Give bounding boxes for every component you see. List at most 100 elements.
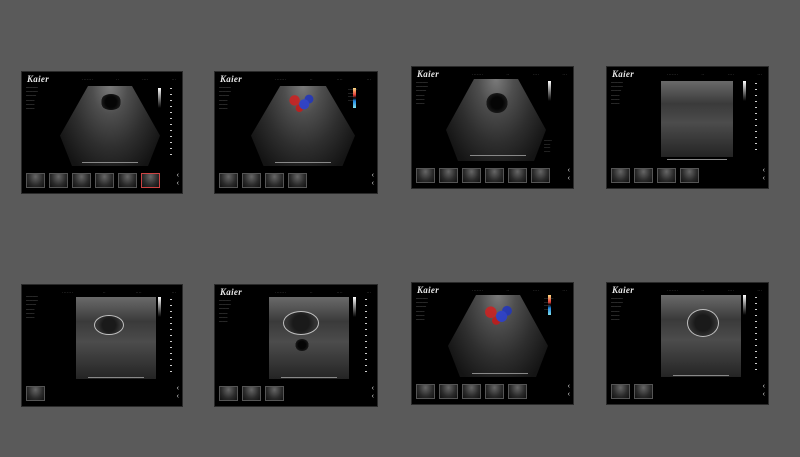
gray-scale-bar — [743, 295, 746, 315]
thumbnail[interactable] — [242, 173, 261, 188]
prev-arrow-icon[interactable]: ‹ — [372, 180, 374, 187]
depth-scale — [755, 83, 757, 153]
thumbnail[interactable] — [611, 384, 630, 399]
thumbnail[interactable] — [26, 386, 45, 401]
prev-arrow-icon[interactable]: ‹ — [763, 391, 765, 398]
header-bar: ······· ·· ···· ··· — [62, 290, 176, 294]
width-scale — [88, 377, 144, 378]
thumbnail[interactable] — [288, 173, 307, 188]
parameter-list: ─────── ─────── ────── ───── ───── ───── — [416, 297, 428, 322]
parameter-list: ─────── ─────── ────── ───── ───── ───── — [611, 297, 623, 322]
thumbnail[interactable] — [462, 384, 481, 399]
thumbnail-strip — [219, 386, 284, 401]
gray-scale-bar — [743, 81, 746, 101]
header-bar: ······· ·· ···· ··· — [275, 77, 371, 81]
thumbnail[interactable] — [611, 168, 630, 183]
ultrasound-panel-1: Kaier ······· ·· ···· ··· ─────── ─────── ───… — [22, 72, 182, 193]
gray-scale-bar — [353, 297, 356, 317]
parameter-list: ─────── ─────── ────── ───── ───── ───── — [26, 295, 38, 320]
thumbnail[interactable] — [634, 384, 653, 399]
ultrasound-panel-6: Kaier ······· ·· ···· ··· ─────── ─────── ───… — [215, 285, 377, 406]
image-sector — [661, 81, 733, 157]
thumbnail[interactable] — [485, 384, 504, 399]
parameter-list: ─────── ─────── ────── ───── ───── ───── — [219, 86, 231, 111]
thumbnail-strip — [416, 168, 550, 183]
thumbnail[interactable] — [118, 173, 137, 188]
parameter-list: ─────── ─────── ────── ───── ───── ───── — [416, 81, 428, 106]
next-arrow-icon[interactable]: ‹ — [372, 385, 374, 392]
ultrasound-panel-5: ······· ·· ···· ··· ─────── ─────── ────── ───… — [22, 285, 182, 406]
brand-logo: Kaier — [27, 74, 50, 84]
prev-arrow-icon[interactable]: ‹ — [177, 393, 179, 400]
fetus-ring — [687, 309, 719, 337]
thumbnail[interactable] — [485, 168, 504, 183]
brand-logo: Kaier — [417, 69, 440, 79]
fetus-ring — [94, 315, 124, 335]
thumbnail-selected[interactable] — [141, 173, 160, 188]
next-arrow-icon[interactable]: ‹ — [763, 383, 765, 390]
brand-logo: Kaier — [417, 285, 440, 295]
width-scale — [275, 162, 331, 163]
prev-arrow-icon[interactable]: ‹ — [177, 180, 179, 187]
thumbnail-strip — [611, 384, 653, 399]
depth-scale — [170, 88, 172, 158]
thumbnail[interactable] — [416, 384, 435, 399]
thumbnail[interactable] — [439, 384, 458, 399]
doppler-params: ────── ──── ──── ──── — [544, 297, 554, 311]
width-scale — [281, 377, 337, 378]
width-scale — [82, 162, 138, 163]
image-sector — [269, 297, 349, 379]
width-scale — [470, 155, 526, 156]
prev-arrow-icon[interactable]: ‹ — [568, 175, 570, 182]
brand-logo: Kaier — [612, 69, 635, 79]
cavity — [295, 339, 309, 351]
thumbnail[interactable] — [439, 168, 458, 183]
next-arrow-icon[interactable]: ‹ — [763, 167, 765, 174]
prev-arrow-icon[interactable]: ‹ — [372, 393, 374, 400]
thumbnail[interactable] — [508, 384, 527, 399]
next-arrow-icon[interactable]: ‹ — [568, 383, 570, 390]
thumbnail-strip — [26, 386, 45, 401]
thumbnail[interactable] — [26, 173, 45, 188]
thumbnail[interactable] — [531, 168, 550, 183]
thumbnail[interactable] — [657, 168, 676, 183]
thumbnail-strip — [611, 168, 699, 183]
thumbnail[interactable] — [72, 173, 91, 188]
thumbnail-strip — [416, 384, 527, 399]
thumbnail-strip — [26, 173, 160, 188]
ultrasound-panel-3: Kaier ······· ·· ···· ··· ─────── ─────── ───… — [412, 67, 573, 188]
next-arrow-icon[interactable]: ‹ — [568, 167, 570, 174]
brand-logo: Kaier — [220, 74, 243, 84]
brand-logo: Kaier — [612, 285, 635, 295]
thumbnail[interactable] — [680, 168, 699, 183]
thumbnail[interactable] — [508, 168, 527, 183]
brand-logo: Kaier — [220, 287, 243, 297]
thumbnail[interactable] — [462, 168, 481, 183]
width-scale — [667, 159, 727, 160]
prev-arrow-icon[interactable]: ‹ — [568, 391, 570, 398]
header-bar: ······· ·· ···· ··· — [472, 288, 567, 292]
thumbnail[interactable] — [219, 173, 238, 188]
parameter-list: ─────── ─────── ────── ───── ───── ───── — [219, 299, 231, 324]
next-arrow-icon[interactable]: ‹ — [372, 172, 374, 179]
color-doppler-box — [480, 301, 516, 329]
next-arrow-icon[interactable]: ‹ — [177, 172, 179, 179]
prev-arrow-icon[interactable]: ‹ — [763, 175, 765, 182]
parameter-list: ─────── ─────── ────── ───── ───── ───── — [611, 81, 623, 106]
thumbnail[interactable] — [219, 386, 238, 401]
thumbnail[interactable] — [242, 386, 261, 401]
cavity — [100, 94, 122, 110]
width-scale — [673, 375, 729, 376]
thumbnail[interactable] — [416, 168, 435, 183]
fetus-ring — [283, 311, 319, 335]
thumbnail[interactable] — [265, 386, 284, 401]
thumbnail[interactable] — [95, 173, 114, 188]
next-arrow-icon[interactable]: ‹ — [177, 385, 179, 392]
thumbnail[interactable] — [49, 173, 68, 188]
ultrasound-panel-2: Kaier ······· ·· ···· ··· ─────── ─────── ───… — [215, 72, 377, 193]
thumbnail[interactable] — [634, 168, 653, 183]
thumbnail[interactable] — [265, 173, 284, 188]
depth-scale — [170, 299, 172, 373]
gray-scale-bar — [158, 297, 161, 317]
cavity — [486, 93, 508, 113]
